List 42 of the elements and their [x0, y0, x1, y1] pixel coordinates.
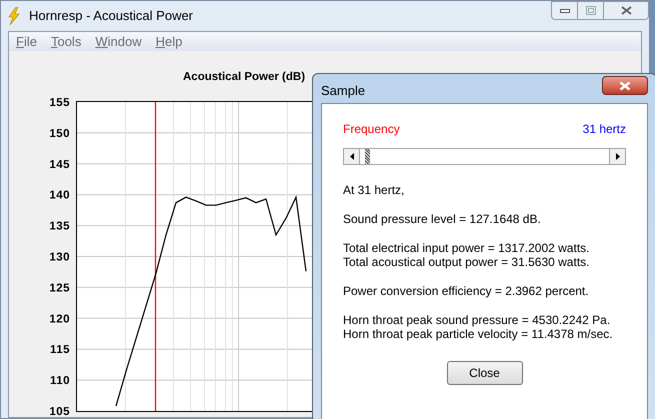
- close-icon: [620, 6, 632, 15]
- slider-thumb[interactable]: [364, 149, 370, 164]
- y-axis-label: 105: [49, 406, 70, 418]
- minimize-button[interactable]: [551, 1, 578, 20]
- right-arrow-icon: [616, 153, 620, 160]
- y-axis-label: 155: [49, 97, 70, 109]
- y-axis-label: 135: [49, 220, 70, 233]
- y-axis-label: 145: [49, 158, 70, 171]
- y-axis-label: 140: [49, 190, 70, 202]
- y-axis-label: 110: [50, 375, 70, 388]
- result-line: Power conversion efficiency = 2.3962 percent.: [343, 284, 590, 298]
- close-button[interactable]: Close: [446, 361, 522, 385]
- menu-item[interactable]: File: [16, 32, 37, 52]
- lightning-icon: [7, 7, 21, 25]
- chart-title: Acoustical Power (dB): [183, 70, 306, 85]
- maximize-icon: [586, 6, 596, 15]
- close-button[interactable]: [603, 1, 649, 20]
- close-button[interactable]: [602, 76, 648, 95]
- frequency-slider[interactable]: [343, 148, 626, 165]
- y-axis-label: 125: [49, 282, 70, 294]
- y-axis-label: 130: [49, 252, 70, 264]
- close-icon: [619, 80, 631, 90]
- slider-label: Frequency: [343, 121, 400, 138]
- left-arrow-icon: [350, 153, 354, 160]
- minimize-icon: [560, 8, 570, 12]
- result-line: Total acoustical output power = 31.5630 watts.: [343, 255, 590, 269]
- result-line: Total electrical input power = 1317.2002 watts.: [343, 241, 590, 255]
- y-axis-label: 115: [50, 344, 70, 356]
- y-axis-label: 150: [49, 128, 70, 140]
- scroll-right-button[interactable]: [609, 149, 625, 164]
- window-title: Hornresp - Acoustical Power: [29, 7, 194, 26]
- scroll-left-button[interactable]: [344, 149, 360, 164]
- menu-item[interactable]: Window: [95, 32, 142, 52]
- y-axis-label: 120: [49, 313, 70, 326]
- result-line: Horn throat peak sound pressure = 4530.2242 Pa.: [343, 313, 612, 327]
- menu-item[interactable]: Help: [156, 32, 182, 52]
- result-line: At 31 hertz,: [343, 183, 406, 197]
- menu-item[interactable]: Tools: [50, 32, 82, 52]
- result-line: Sound pressure level = 127.1648 dB.: [343, 212, 542, 226]
- dialog-title: Sample: [321, 82, 366, 100]
- result-line: Horn throat peak particle velocity = 11.4378 m/sec.: [343, 327, 614, 341]
- slider-reading: 31 hertz: [582, 121, 626, 138]
